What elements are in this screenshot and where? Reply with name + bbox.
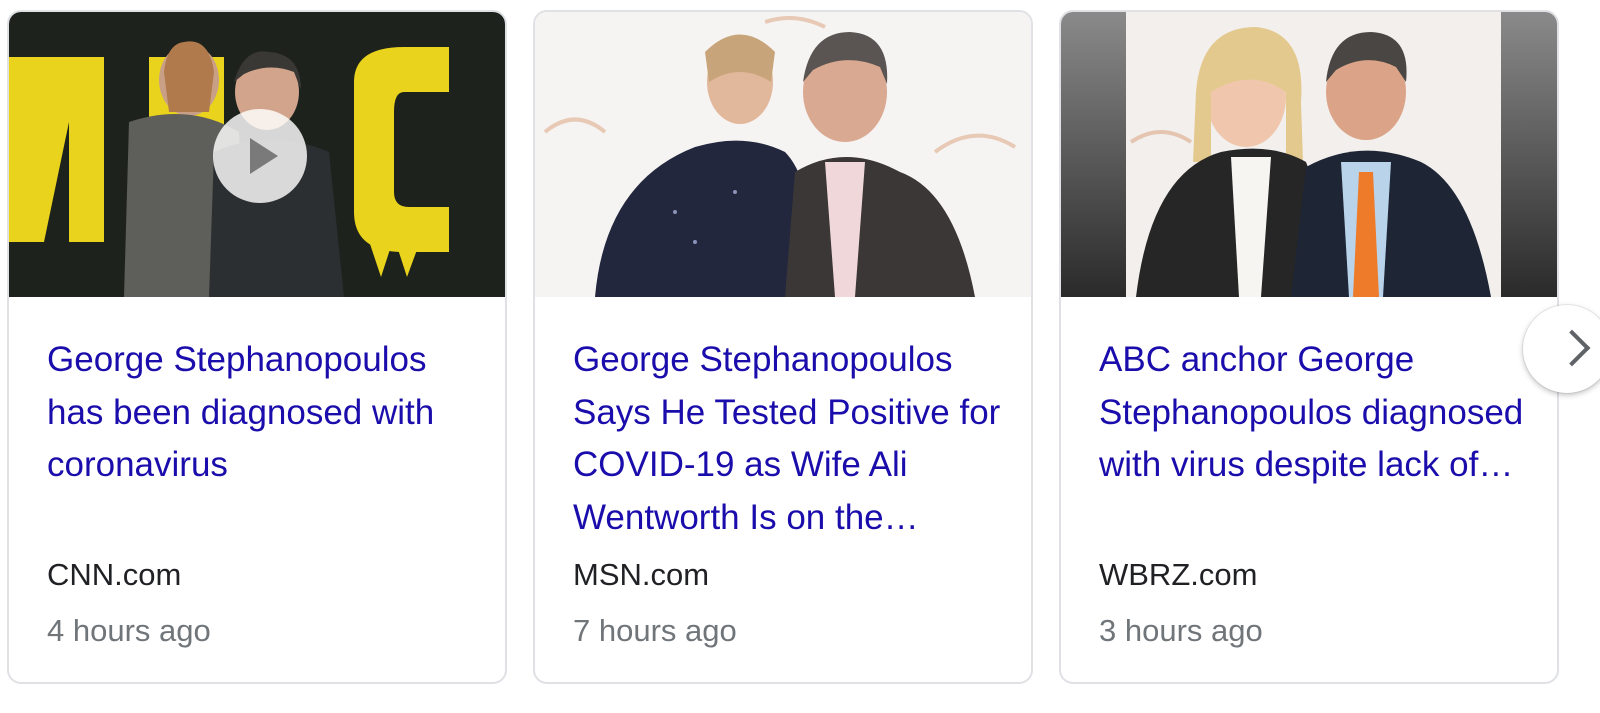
news-photo-graphic xyxy=(1061,12,1557,297)
news-source: WBRZ.com xyxy=(1099,557,1258,592)
chevron-right-icon xyxy=(1553,329,1591,367)
news-timestamp: 3 hours ago xyxy=(1099,613,1263,648)
news-carousel: George Stephanopoulos has been diagnosed… xyxy=(0,0,1600,713)
news-headline[interactable]: George Stephanopoulos Says He Tested Pos… xyxy=(573,334,1013,544)
news-source: MSN.com xyxy=(573,557,710,592)
news-thumbnail[interactable] xyxy=(9,12,505,297)
news-card[interactable]: ABC anchor George Stephanopoulos diagnos… xyxy=(1059,10,1559,684)
news-headline[interactable]: ABC anchor George Stephanopoulos diagnos… xyxy=(1099,334,1539,492)
news-timestamp: 7 hours ago xyxy=(573,613,737,648)
news-source: CNN.com xyxy=(47,557,182,592)
play-icon[interactable] xyxy=(213,109,307,203)
news-timestamp: 4 hours ago xyxy=(47,613,211,648)
news-headline[interactable]: George Stephanopoulos has been diagnosed… xyxy=(47,334,487,492)
news-card[interactable]: George Stephanopoulos Says He Tested Pos… xyxy=(533,10,1033,684)
news-thumbnail[interactable] xyxy=(535,12,1031,297)
news-thumbnail[interactable] xyxy=(1061,12,1557,297)
news-card[interactable]: George Stephanopoulos has been diagnosed… xyxy=(7,10,507,684)
news-photo-graphic xyxy=(535,12,1031,297)
